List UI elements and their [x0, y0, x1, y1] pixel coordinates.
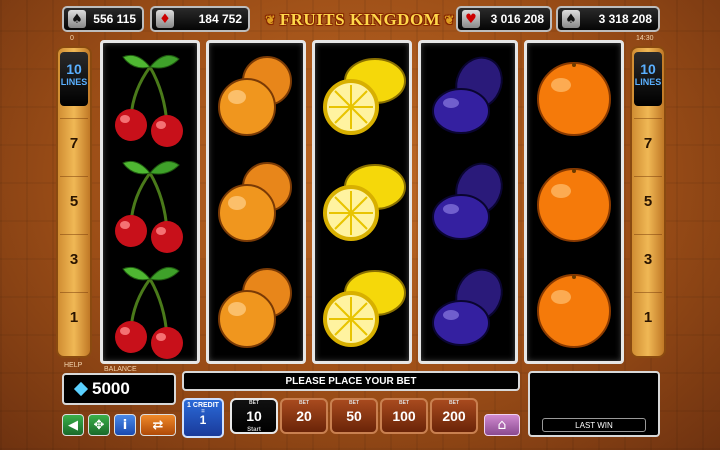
jackpot-spade-2: ♠ 3 318 208 — [556, 6, 660, 32]
top-left-index: 0 — [70, 35, 74, 42]
jackpot-value: 3 016 208 — [490, 12, 544, 26]
spade-icon: ♠ — [562, 10, 580, 28]
jackpot-diamond: ♦ 184 752 — [150, 6, 250, 32]
plum-icon — [421, 45, 515, 151]
message-text: PLEASE PLACE YOUR BET — [285, 375, 417, 387]
start-label: Start — [247, 427, 261, 433]
bet-value: 200 — [442, 408, 466, 424]
bet-caption: BET — [349, 400, 359, 406]
cherry-icon — [103, 257, 197, 363]
bet-value: 100 — [392, 408, 416, 424]
lines-badge[interactable]: 10 LINES — [60, 52, 88, 106]
orange-icon — [527, 257, 621, 363]
fullscreen-button[interactable]: ✥ — [88, 414, 110, 436]
reel-3-lemon — [312, 40, 412, 364]
clock: 14:30 — [636, 35, 654, 42]
balance-value: 5000 — [92, 379, 130, 398]
gamble-button[interactable]: ⇄ — [140, 414, 176, 436]
sound-button[interactable]: ◀ — [62, 414, 84, 436]
bet-button-10[interactable]: BET 10 Start — [230, 398, 278, 434]
lemon-icon — [315, 45, 409, 151]
jackpot-heart: ♥ 3 016 208 — [456, 6, 552, 32]
lines-badge[interactable]: 10 LINES — [634, 52, 662, 106]
reel-4-plum — [418, 40, 518, 364]
bet-caption: BET — [399, 400, 409, 406]
game-title: FRUITS KINGDOM — [279, 10, 441, 29]
bet-value: 50 — [346, 408, 362, 424]
lines-label: LINES — [60, 77, 88, 87]
bet-caption: BET — [249, 400, 259, 406]
jackpot-value: 184 752 — [198, 12, 242, 26]
orange-icon — [527, 151, 621, 257]
gamble-icon: ⇄ — [152, 417, 164, 433]
bet-value: 20 — [296, 408, 312, 424]
jackpot-value: 3 318 208 — [598, 12, 652, 26]
info-icon: i — [122, 417, 128, 433]
bet-button-100[interactable]: BET 100 — [380, 398, 428, 434]
diamond-icon — [73, 381, 89, 397]
line-number[interactable]: 3 — [60, 234, 88, 284]
balance-label: BALANCE — [104, 366, 137, 373]
line-number[interactable]: 3 — [634, 234, 662, 284]
lines-count: 10 — [66, 61, 82, 77]
lemon-icon — [315, 257, 409, 363]
help-label[interactable]: HELP — [64, 362, 82, 369]
last-win-box: LAST WIN — [528, 371, 660, 437]
lines-panel-left[interactable]: 10 LINES 7 5 3 1 — [56, 46, 92, 358]
home-button[interactable]: ⌂ — [484, 414, 520, 436]
plum-icon — [421, 257, 515, 363]
lemon-icon — [315, 151, 409, 257]
jackpot-spade: ♠ 556 115 — [62, 6, 144, 32]
lines-label: LINES — [634, 77, 662, 87]
line-number[interactable]: 7 — [634, 118, 662, 168]
line-number[interactable]: 7 — [60, 118, 88, 168]
bet-caption: BET — [449, 400, 459, 406]
reel-2-apricot — [206, 40, 306, 364]
apricot-icon — [209, 45, 303, 151]
reel-1-cherry — [100, 40, 200, 364]
apricot-icon — [209, 151, 303, 257]
diamond-icon: ♦ — [156, 10, 174, 28]
message-bar: PLEASE PLACE YOUR BET — [182, 371, 520, 391]
line-number[interactable]: 1 — [60, 292, 88, 342]
home-icon: ⌂ — [497, 417, 507, 433]
heart-icon: ♥ — [462, 10, 480, 28]
lines-panel-right[interactable]: 10 LINES 7 5 3 1 — [630, 46, 666, 358]
orange-icon — [527, 45, 621, 151]
sound-icon: ◀ — [68, 417, 78, 433]
info-button[interactable]: i — [114, 414, 136, 436]
apricot-icon — [209, 257, 303, 363]
bet-caption: BET — [299, 400, 309, 406]
credit-label: 1 CREDIT — [187, 402, 219, 409]
bet-button-50[interactable]: BET 50 — [330, 398, 378, 434]
reel-5-orange — [524, 40, 624, 364]
line-number[interactable]: 1 — [634, 292, 662, 342]
fullscreen-icon: ✥ — [93, 417, 105, 433]
credit-value: 1 — [199, 413, 207, 427]
plum-icon — [421, 151, 515, 257]
balance-display: 5000 — [62, 373, 176, 405]
line-number[interactable]: 5 — [634, 176, 662, 226]
bet-value: 10 — [246, 408, 262, 424]
bet-button-20[interactable]: BET 20 — [280, 398, 328, 434]
cherry-icon — [103, 151, 197, 257]
cherry-icon — [103, 45, 197, 151]
line-number[interactable]: 5 — [60, 176, 88, 226]
credit-button[interactable]: 1 CREDIT = 1 — [182, 398, 224, 438]
game-logo: ❦ FRUITS KINGDOM ❦ — [265, 10, 455, 29]
lines-count: 10 — [640, 61, 656, 77]
spade-icon: ♠ — [68, 10, 86, 28]
last-win-label: LAST WIN — [542, 418, 646, 432]
jackpot-value: 556 115 — [93, 12, 136, 26]
bet-button-200[interactable]: BET 200 — [430, 398, 478, 434]
